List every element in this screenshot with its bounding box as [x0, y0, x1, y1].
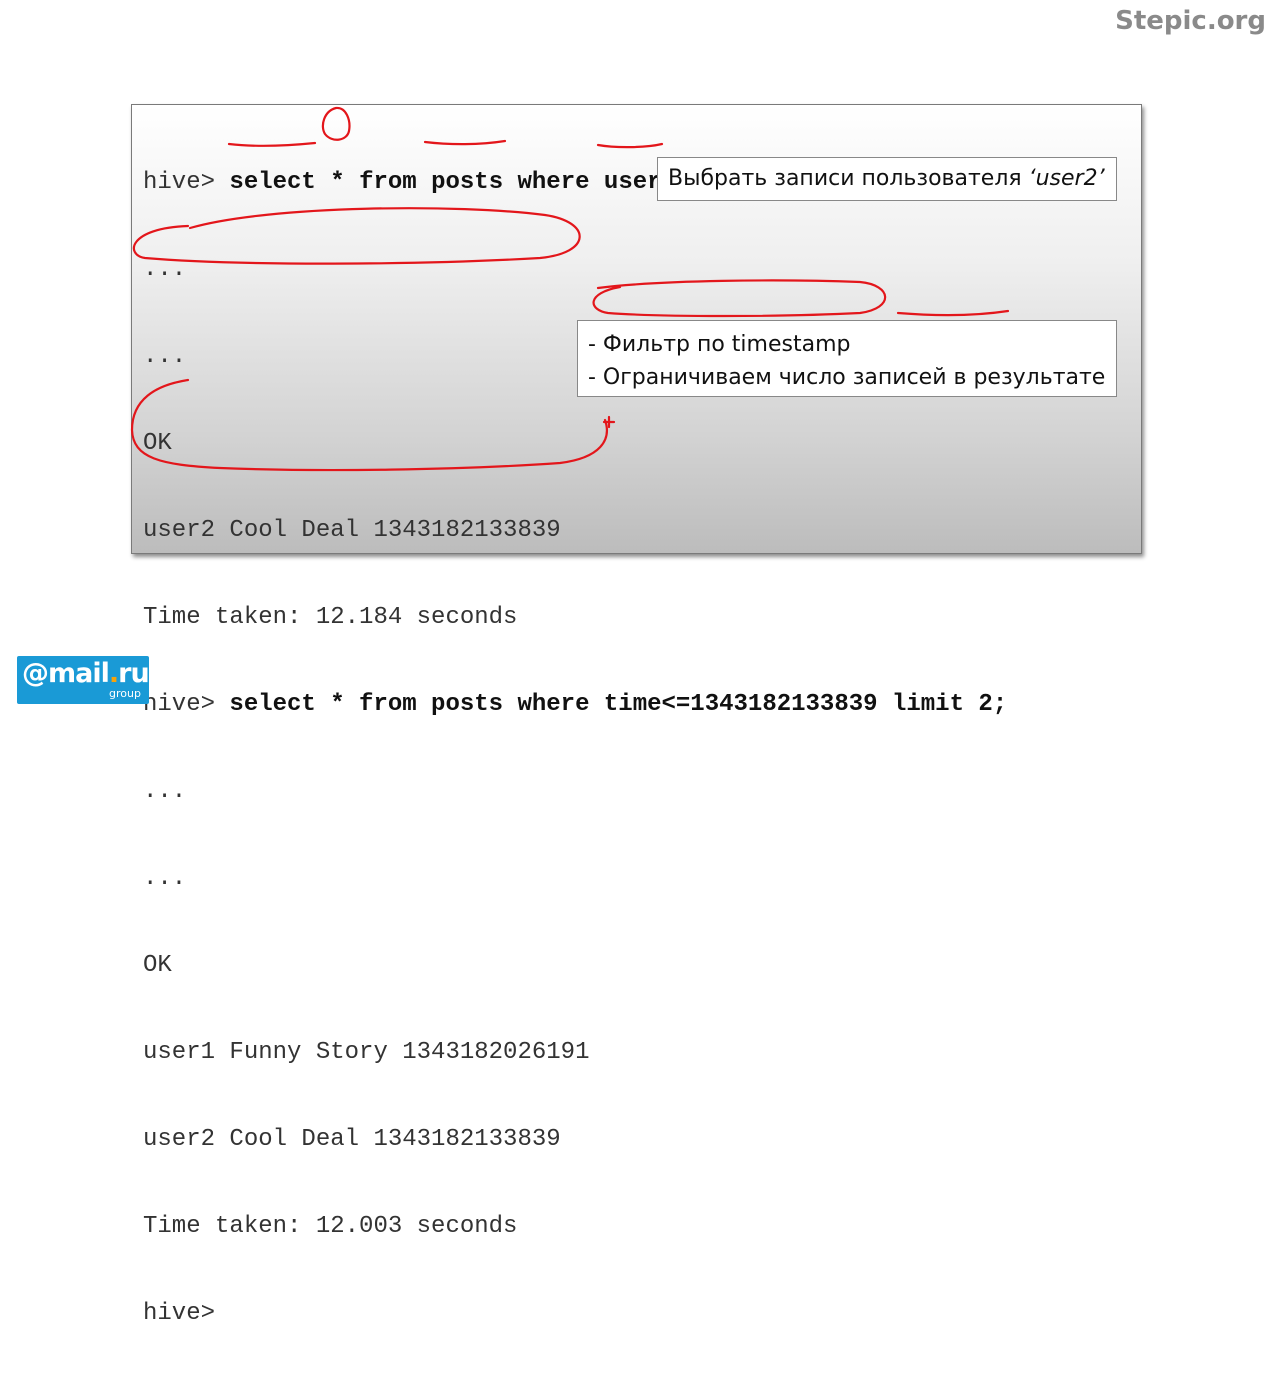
callout-text: Выбрать записи пользователя [668, 166, 1029, 191]
query2-condition: time<=1343182133839 [603, 691, 878, 718]
query2-text: select * from posts where [229, 691, 604, 718]
output-line: ... [143, 778, 187, 805]
mailru-group-logo: @mail.ru group [17, 656, 150, 704]
callout-line: - Ограничиваем число записей в результат… [588, 365, 1106, 390]
stepic-brand: Stepic.org [1115, 6, 1266, 36]
kw-where: where [517, 169, 590, 196]
terminal-lines: hive> select * from posts where user="us… [143, 110, 1007, 1386]
output-line: OK [143, 952, 172, 979]
output-line: ... [143, 256, 187, 283]
prompt: hive> [143, 691, 230, 718]
logo-dot: . [108, 658, 119, 689]
output-line: ... [143, 865, 187, 892]
kw-from: from [359, 169, 417, 196]
time-taken: Time taken: 12.184 seconds [143, 604, 518, 631]
time-taken: Time taken: 12.003 seconds [143, 1213, 518, 1240]
callout-filter-limit: - Фильтр по timestamp - Ограничиваем чис… [577, 320, 1117, 397]
callout-select-user: Выбрать записи пользователя ‘user2’ [657, 157, 1117, 201]
query2-limit: limit 2 [891, 691, 993, 718]
semicolon: ; [992, 691, 1008, 718]
logo-ru: ru [118, 658, 150, 689]
kw-select: select [229, 169, 316, 196]
kw-posts: posts [431, 169, 504, 196]
query2-line: hive> select * from posts where time<=13… [143, 690, 1007, 719]
output-line: OK [143, 430, 172, 457]
result-row: user1 Funny Story 1343182026191 [143, 1039, 590, 1066]
prompt: hive> [143, 169, 230, 196]
logo-wordmark: @mail.ru [22, 658, 150, 689]
logo-mail: @mail [22, 658, 110, 689]
callout-line: - Фильтр по timestamp [588, 332, 851, 357]
logo-group: group [109, 687, 141, 700]
result-row: user2 Cool Deal 1343182133839 [143, 517, 561, 544]
hive-prompt: hive> [143, 1300, 216, 1327]
kw-star: * [330, 169, 345, 196]
result-row: user2 Cool Deal 1343182133839 [143, 1126, 561, 1153]
callout-user-name: ‘user2’ [1028, 166, 1105, 191]
